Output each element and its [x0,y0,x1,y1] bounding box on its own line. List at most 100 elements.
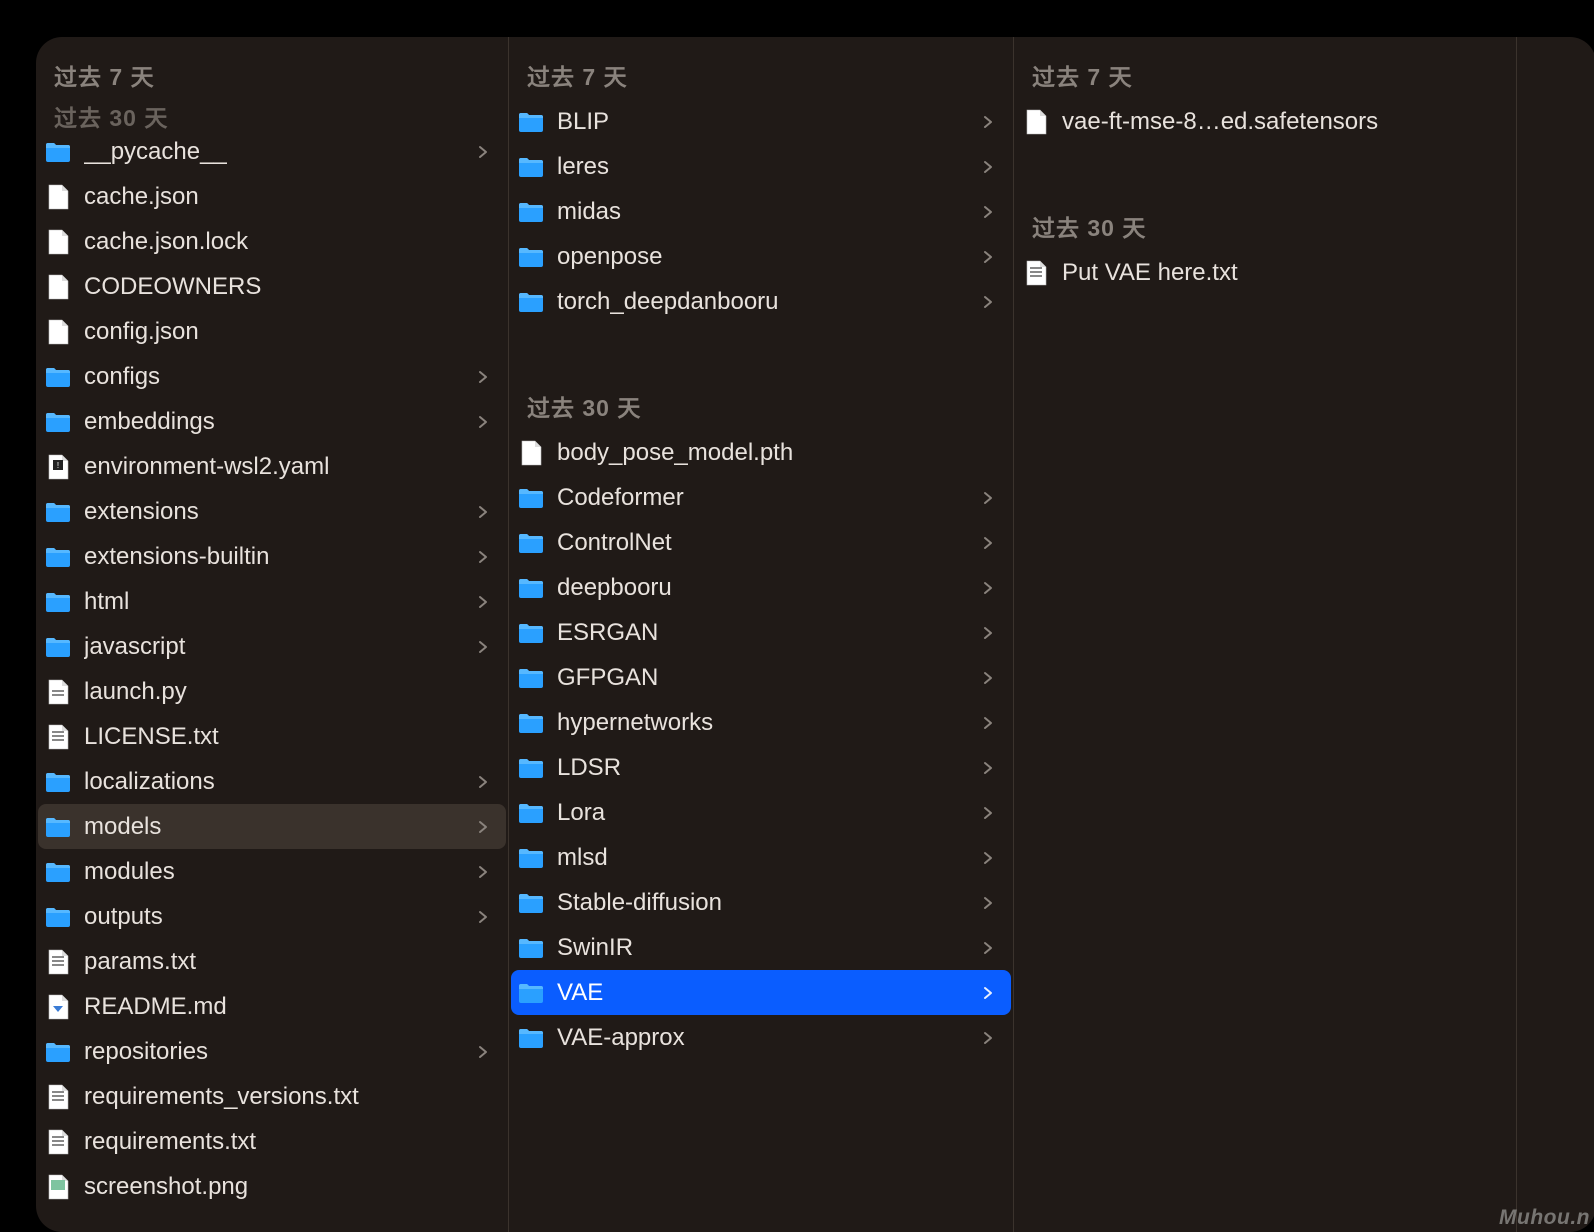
folder-row[interactable]: __pycache__ [38,129,506,174]
folder-row[interactable]: models [38,804,506,849]
chevron-right-icon [979,941,997,955]
folder-row[interactable]: modules [38,849,506,894]
row-label: BLIP [557,108,973,136]
folder-row[interactable]: BLIP [511,99,1011,144]
folder-icon [517,288,545,316]
folder-row[interactable]: embeddings [38,399,506,444]
folder-row[interactable]: deepbooru [511,565,1011,610]
folder-row[interactable]: torch_deepdanbooru [511,279,1011,324]
folder-row[interactable]: midas [511,189,1011,234]
chevron-right-icon [474,415,492,429]
file-row[interactable]: README.md [38,984,506,1029]
folder-row[interactable]: ESRGAN [511,610,1011,655]
row-label: README.md [84,993,492,1021]
row-label: leres [557,153,973,181]
folder-row[interactable]: repositories [38,1029,506,1074]
folder-icon [517,799,545,827]
folder-row[interactable]: VAE [511,970,1011,1015]
folder-row[interactable]: outputs [38,894,506,939]
row-label: html [84,588,468,616]
folder-row[interactable]: ControlNet [511,520,1011,565]
folder-row[interactable]: extensions [38,489,506,534]
file-row[interactable]: Put VAE here.txt [1016,250,1514,295]
file-icon [1022,259,1050,287]
folder-icon [44,363,72,391]
row-label: requirements_versions.txt [84,1083,492,1111]
gap [509,324,1013,368]
chevron-right-icon [979,295,997,309]
folder-icon [517,1024,545,1052]
row-label: SwinIR [557,934,973,962]
folder-row[interactable]: mlsd [511,835,1011,880]
column-1-body: __pycache__ cache.json cache.json.lock C… [36,129,508,1209]
file-row[interactable]: config.json [38,309,506,354]
file-row[interactable]: CODEOWNERS [38,264,506,309]
folder-icon [44,408,72,436]
folder-row[interactable]: LDSR [511,745,1011,790]
row-label: localizations [84,768,468,796]
row-label: requirements.txt [84,1128,492,1156]
section-header-past30: 过去 30 天 [1014,202,1516,250]
folder-row[interactable]: configs [38,354,506,399]
file-row[interactable]: vae-ft-mse-8…ed.safetensors [1016,99,1514,144]
chevron-right-icon [979,491,997,505]
row-label: GFPGAN [557,664,973,692]
column-3-group30: Put VAE here.txt [1014,250,1516,295]
file-row[interactable]: screenshot.png [38,1164,506,1209]
row-label: environment-wsl2.yaml [84,453,492,481]
folder-row[interactable]: javascript [38,624,506,669]
folder-row[interactable]: hypernetworks [511,700,1011,745]
chevron-right-icon [979,626,997,640]
row-label: Put VAE here.txt [1062,259,1500,287]
file-row[interactable]: LICENSE.txt [38,714,506,759]
folder-row[interactable]: VAE-approx [511,1015,1011,1060]
row-label: repositories [84,1038,468,1066]
section-header-past7: 过去 7 天 [36,51,508,99]
row-label: VAE [557,979,973,1007]
row-label: cache.json.lock [84,228,492,256]
folder-icon [517,574,545,602]
row-label: screenshot.png [84,1173,492,1201]
file-icon [44,1128,72,1156]
folder-row[interactable]: Stable-diffusion [511,880,1011,925]
file-row[interactable]: cache.json [38,174,506,219]
folder-icon [517,529,545,557]
row-label: Codeformer [557,484,973,512]
folder-row[interactable]: leres [511,144,1011,189]
row-label: deepbooru [557,574,973,602]
folder-row[interactable]: extensions-builtin [38,534,506,579]
chevron-right-icon [979,536,997,550]
folder-row[interactable]: SwinIR [511,925,1011,970]
file-icon: ! [44,453,72,481]
folder-row[interactable]: GFPGAN [511,655,1011,700]
section-header-past30: 过去 30 天 [509,382,1013,430]
chevron-right-icon [979,160,997,174]
file-row[interactable]: cache.json.lock [38,219,506,264]
column-2-group7: BLIP leres midas openpose torch_deepdanb… [509,99,1013,324]
folder-icon [517,153,545,181]
folder-row[interactable]: openpose [511,234,1011,279]
row-label: ESRGAN [557,619,973,647]
folder-icon [44,138,72,166]
row-label: config.json [84,318,492,346]
folder-row[interactable]: html [38,579,506,624]
folder-row[interactable]: Lora [511,790,1011,835]
chevron-right-icon [474,505,492,519]
folder-row[interactable]: localizations [38,759,506,804]
file-row[interactable]: ! environment-wsl2.yaml [38,444,506,489]
folder-row[interactable]: Codeformer [511,475,1011,520]
row-label: Lora [557,799,973,827]
file-row[interactable]: body_pose_model.pth [511,430,1011,475]
chevron-right-icon [474,820,492,834]
file-row[interactable]: launch.py [38,669,506,714]
row-label: mlsd [557,844,973,872]
row-label: embeddings [84,408,468,436]
file-row[interactable]: params.txt [38,939,506,984]
chevron-right-icon [474,1045,492,1059]
row-label: vae-ft-mse-8…ed.safetensors [1062,108,1500,136]
file-row[interactable]: requirements.txt [38,1119,506,1164]
folder-icon [517,198,545,226]
folder-icon [44,813,72,841]
chevron-right-icon [979,581,997,595]
file-row[interactable]: requirements_versions.txt [38,1074,506,1119]
